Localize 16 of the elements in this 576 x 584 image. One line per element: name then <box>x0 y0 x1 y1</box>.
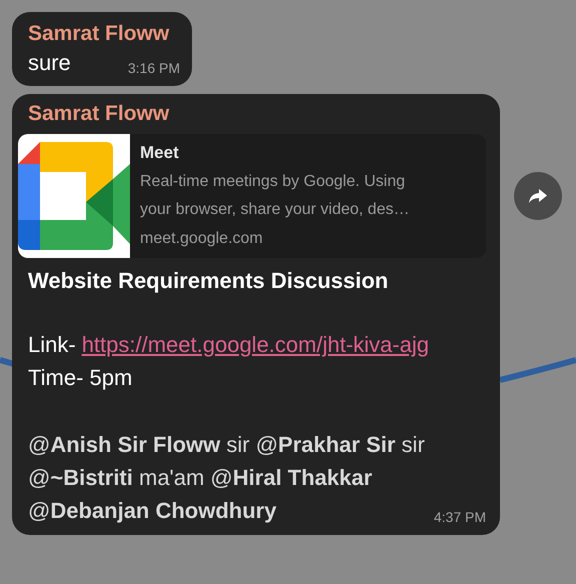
link-preview-card[interactable]: Meet Real-time meetings by Google. Using your browser, share your video, des… meet.google.com <box>18 134 486 258</box>
sender-name: Samrat Floww <box>28 21 170 47</box>
link-label: Link- <box>28 332 76 357</box>
message-text: sure <box>28 49 71 77</box>
preview-title: Meet <box>140 142 180 164</box>
sender-name: Samrat Floww <box>28 101 170 127</box>
forward-button[interactable] <box>514 172 562 220</box>
meeting-link[interactable]: https://meet.google.com/jht-kiva-ajg <box>82 332 429 357</box>
message-time: 4:37 PM <box>434 508 486 527</box>
preview-description: Real-time meetings by Google. Using your browser, share your video, des… <box>140 172 410 220</box>
preview-domain: meet.google.com <box>140 229 264 249</box>
message-time: 3:16 PM <box>128 59 180 78</box>
video-camera-logo-icon <box>18 134 130 258</box>
mentions-text: @Anish Sir Floww sir @Prakhar Sir sir @~Bistriti ma'am @Hiral Thakkar @Debanjan Chowdhury <box>28 431 425 525</box>
time-text: Time- 5pm <box>28 364 134 392</box>
message-title: Website Requirements Discussion <box>28 267 390 295</box>
